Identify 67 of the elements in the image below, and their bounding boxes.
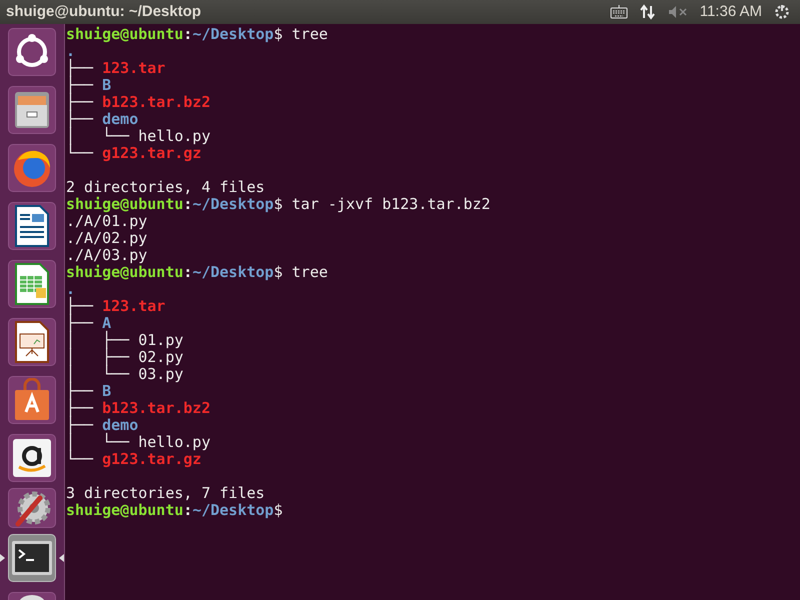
tree-branch: ├── [66, 298, 94, 315]
network-arrows-icon[interactable] [640, 4, 656, 20]
tree-branch: └── [66, 451, 94, 468]
prompt-path: ~/Desktop [192, 502, 274, 519]
prompt-path: ~/Desktop [192, 196, 274, 213]
prompt-symbol: $ [274, 502, 283, 519]
prompt-user: shuige@ubuntu [66, 502, 184, 519]
launcher-button[interactable] [8, 534, 56, 582]
tree-entry-name: B [102, 77, 112, 94]
tree-entry-name: 123.tar [102, 298, 166, 315]
keyboard-icon[interactable] [610, 5, 628, 19]
output-text: 3 directories, 7 files [66, 484, 265, 502]
clock[interactable]: 11:36 AM [700, 0, 762, 24]
output-text: ./A/02.py [66, 229, 148, 247]
tree-root: . [66, 280, 76, 298]
tree-entry-name: demo [102, 111, 138, 128]
tree-entry-name: hello.py [138, 128, 210, 145]
tree-root: . [66, 42, 76, 60]
tree-entry-name: B [102, 383, 112, 400]
command-text: tree [290, 264, 328, 281]
tree-branch: ├── [66, 383, 94, 400]
tree-entry-name: b123.tar.bz2 [102, 400, 210, 417]
prompt-symbol: $ [274, 196, 283, 213]
window-title: shuige@ubuntu: ~/Desktop [6, 2, 202, 22]
prompt-user: shuige@ubuntu [66, 26, 184, 43]
prompt-path: ~/Desktop [192, 26, 274, 43]
tree-entry-name: 03.py [138, 366, 184, 383]
power-gear-icon[interactable] [774, 4, 790, 20]
prompt-user: shuige@ubuntu [66, 264, 184, 281]
prompt-path: ~/Desktop [192, 264, 274, 281]
tree-branch: ├── [66, 77, 94, 94]
tree-entry-name: A [102, 315, 112, 332]
tree-branch: ├── [66, 400, 94, 417]
launcher-button[interactable] [8, 376, 56, 424]
launcher-button[interactable] [8, 202, 56, 250]
tree-entry-name: 02.py [138, 349, 184, 366]
prompt-separator: : [183, 26, 192, 43]
tree-entry-name: hello.py [138, 434, 210, 451]
tree-entry-name: g123.tar.gz [102, 145, 202, 162]
prompt-separator: : [183, 264, 192, 281]
tree-entry-name: 01.py [138, 332, 184, 349]
prompt-separator: : [183, 196, 192, 213]
tree-entry-name: demo [102, 417, 138, 434]
prompt-user: shuige@ubuntu [66, 196, 184, 213]
prompt-symbol: $ [274, 264, 283, 281]
launcher-button[interactable] [8, 28, 56, 76]
tree-entry-name: 123.tar [102, 60, 166, 77]
launcher-button[interactable] [8, 260, 56, 308]
tree-entry-name: g123.tar.gz [102, 451, 202, 468]
tree-branch: ├── [66, 315, 94, 332]
speaker-muted-icon[interactable] [668, 5, 688, 19]
output-text: ./A/03.py [66, 246, 148, 264]
command-text: tree [290, 26, 328, 43]
launcher-button[interactable] [8, 434, 56, 482]
prompt-separator: : [183, 502, 192, 519]
tree-branch: ├── [66, 417, 94, 434]
letter-a-smile-icon [10, 436, 54, 480]
output-text: 2 directories, 4 files [66, 178, 265, 196]
launcher-button[interactable] [8, 318, 56, 366]
tree-branch: ├── [66, 111, 94, 128]
tree-entry-name: b123.tar.bz2 [102, 94, 210, 111]
tree-branch: └── [66, 145, 94, 162]
output-text: ./A/01.py [66, 212, 148, 230]
command-text: tar -jxvf b123.tar.bz2 [290, 196, 490, 213]
tree-branch: ├── [66, 94, 94, 111]
prompt-symbol: $ [274, 26, 283, 43]
tree-branch: ├── [66, 60, 94, 77]
